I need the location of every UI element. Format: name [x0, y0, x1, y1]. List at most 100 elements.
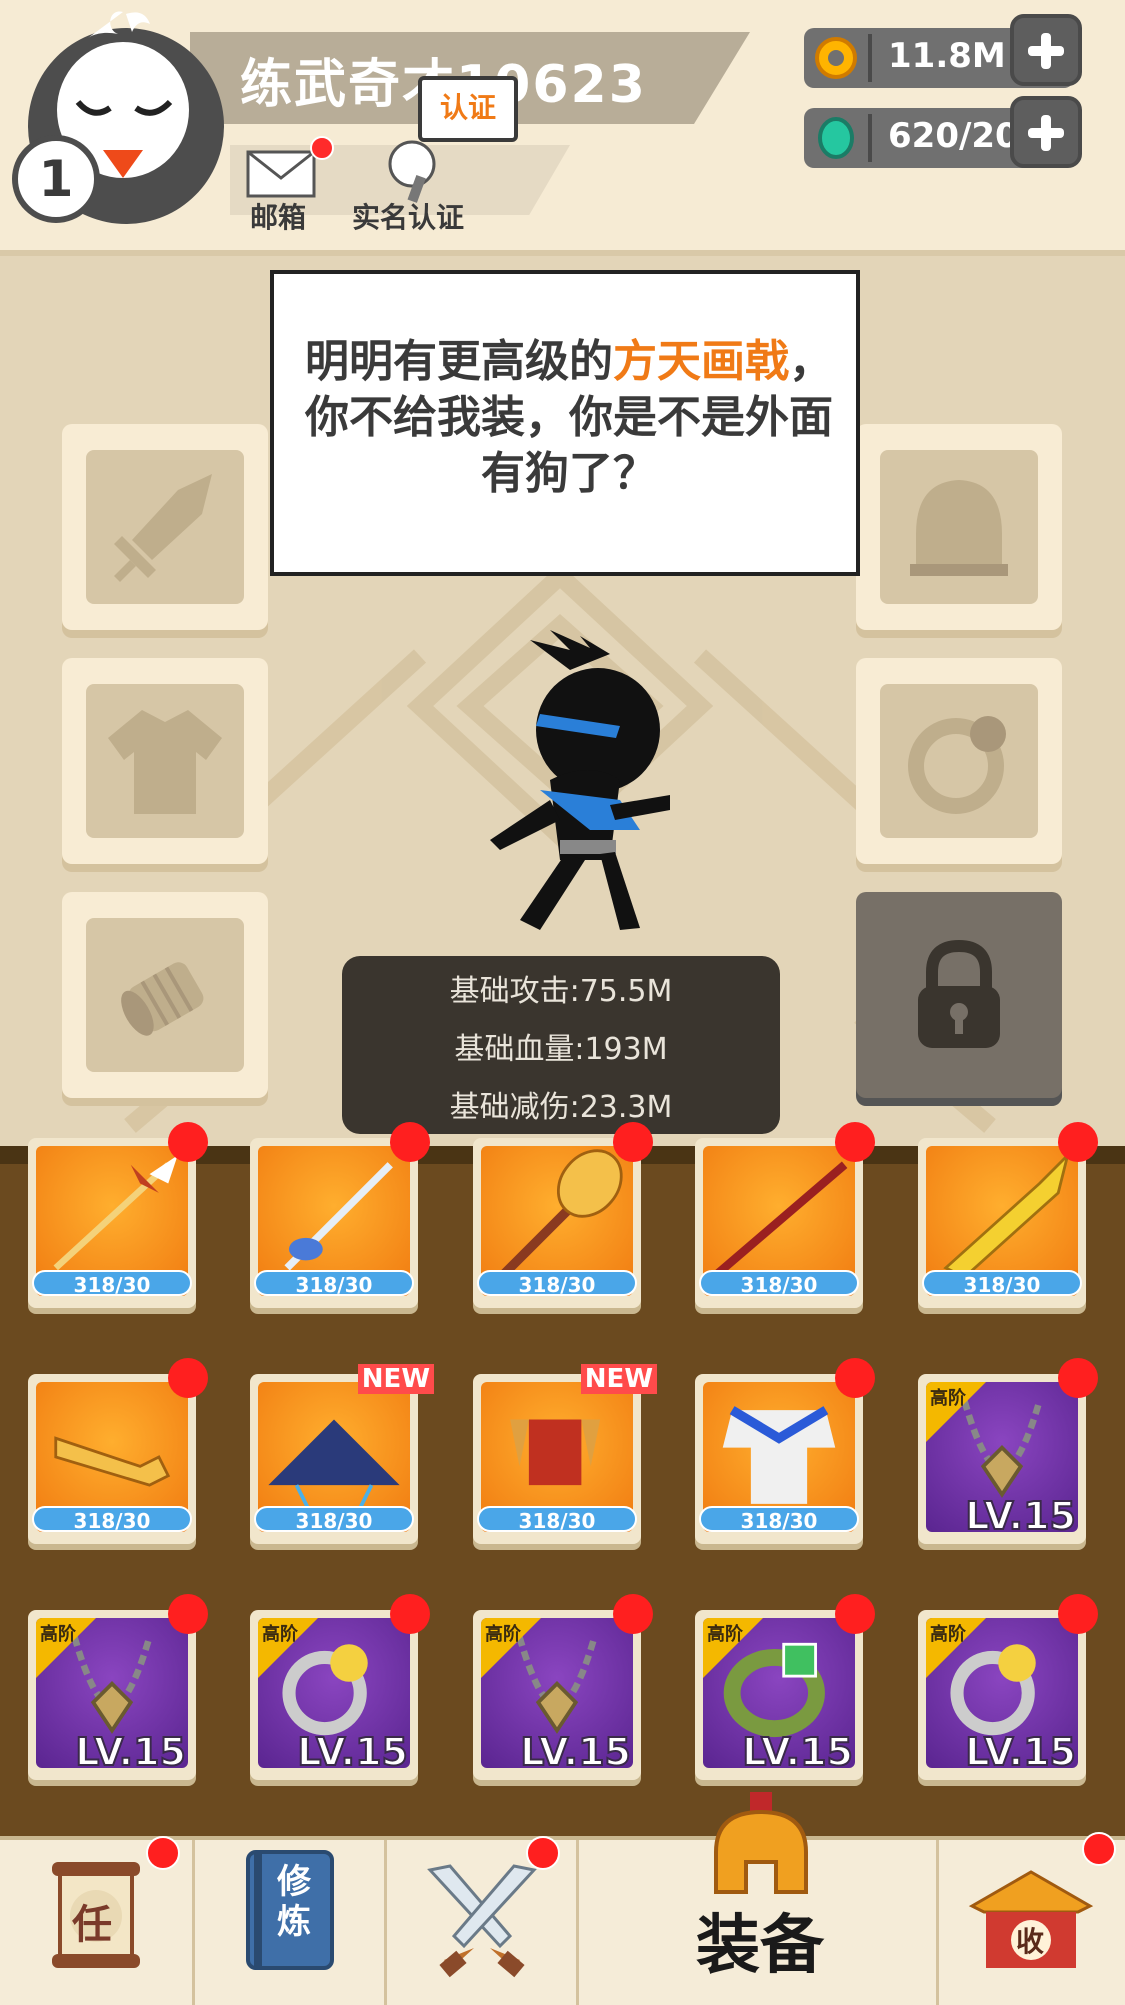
inventory-item-straw-hat[interactable]: 318/30 NEW — [250, 1364, 434, 1544]
top-bar: 练武奇才10623 1 邮箱 认证 实名认证 11.8M 620/20 — [0, 0, 1125, 256]
item-notification-dot — [1058, 1594, 1098, 1634]
helmet-icon — [910, 480, 1008, 576]
inventory-item-white-robe[interactable]: 318/30 — [695, 1358, 875, 1544]
level-badge: 1 — [12, 135, 100, 223]
nav-task-button[interactable]: 任 — [0, 1836, 192, 2005]
gold-coin-icon — [815, 37, 857, 79]
weapon-slot[interactable] — [62, 424, 268, 630]
bottom-nav: 任 修炼 装备 收 — [0, 1792, 1125, 2005]
stat-attack: 基础攻击:75.5M — [449, 974, 673, 1009]
nav-collect-button[interactable]: 收 — [936, 1832, 1125, 2005]
rarity-label: 高阶 — [40, 1624, 76, 1645]
cultivate-char: 修炼 — [277, 1862, 311, 1942]
item-count: 318/30 — [477, 1506, 637, 1533]
robe-icon — [108, 710, 222, 814]
add-gem-button[interactable] — [1010, 96, 1082, 168]
battle-notification-dot — [526, 1836, 560, 1870]
inventory-grid[interactable]: 318/30 318/30 318/30 318/30 318/30 318/30 318/… — [0, 1122, 1125, 1854]
inventory-item-spear-silver[interactable]: 318/30 — [250, 1122, 430, 1308]
inventory-item-staff-red[interactable]: 318/30 — [695, 1122, 875, 1308]
inventory-item-ring[interactable]: 高阶 LV.15 — [918, 1594, 1098, 1780]
speech-bubble: 明明有更高级的方天画戟，你不给我装，你是不是外面有狗了？ — [270, 270, 860, 576]
item-level: LV.15 — [296, 1729, 409, 1775]
equip-label: 装备 — [696, 1909, 824, 1983]
locked-slot[interactable] — [856, 892, 1062, 1098]
inventory-item-necklace[interactable]: 高阶 LV.15 — [473, 1594, 653, 1780]
rarity-label: 高阶 — [707, 1624, 743, 1645]
lock-icon — [918, 939, 1000, 1048]
speech-text: 明明有更高级的方天画戟，你不给我装，你是不是外面有狗了？ — [305, 336, 833, 499]
ring-icon — [908, 716, 1006, 814]
inventory-item-mace[interactable]: 318/30 — [473, 1122, 653, 1308]
stickman-character — [490, 630, 670, 930]
item-notification-dot — [1058, 1122, 1098, 1162]
item-count: 318/30 — [699, 1270, 859, 1297]
item-count: 318/30 — [699, 1506, 859, 1533]
item-notification-dot — [613, 1594, 653, 1634]
new-badge: NEW — [580, 1364, 657, 1394]
nav-battle-button[interactable] — [384, 1836, 576, 2005]
bracer-icon — [121, 962, 204, 1036]
rarity-label: 高阶 — [930, 1388, 966, 1409]
speech-highlight: 方天画戟 — [613, 336, 789, 387]
item-notification-dot — [168, 1122, 208, 1162]
nav-cultivate-button[interactable]: 修炼 — [192, 1840, 384, 2005]
nav-equip-button[interactable]: 装备 — [576, 1792, 936, 2005]
add-gold-button[interactable] — [1010, 14, 1082, 86]
inventory-item-ring[interactable]: 高阶 LV.15 — [250, 1594, 430, 1780]
gem-amount: 620/20 — [888, 116, 1019, 156]
item-count: 318/30 — [32, 1506, 192, 1533]
item-notification-dot — [1058, 1358, 1098, 1398]
item-level: LV.15 — [741, 1729, 854, 1775]
item-level: LV.15 — [74, 1729, 187, 1775]
inventory-item-jade-bracelet[interactable]: 高阶 LV.15 — [695, 1594, 875, 1780]
item-count: 318/30 — [254, 1506, 414, 1533]
mail-label[interactable]: 邮箱 — [250, 196, 306, 236]
collect-notification-dot — [1082, 1832, 1116, 1866]
item-notification-dot — [835, 1594, 875, 1634]
inventory-item-necklace[interactable]: 高阶 LV.15 — [28, 1594, 208, 1780]
armor-slot[interactable] — [62, 658, 268, 864]
task-char: 任 — [72, 1902, 112, 1948]
item-notification-dot — [168, 1594, 208, 1634]
item-notification-dot — [835, 1358, 875, 1398]
inventory-item-red-armor[interactable]: 318/30 NEW — [473, 1364, 657, 1544]
new-badge: NEW — [357, 1364, 434, 1394]
inventory-item-necklace[interactable]: 高阶 LV.15 — [918, 1358, 1098, 1544]
rarity-label: 高阶 — [262, 1624, 298, 1645]
jade-gem-icon — [818, 117, 854, 159]
item-notification-dot — [390, 1594, 430, 1634]
stat-reduction: 基础减伤:23.3M — [449, 1090, 673, 1125]
inventory-item-key[interactable]: 318/30 — [28, 1358, 208, 1544]
verify-bubble[interactable]: 认证 — [418, 76, 518, 142]
task-notification-dot — [146, 1836, 180, 1870]
item-level: LV.15 — [964, 1729, 1077, 1775]
gold-amount: 11.8M — [888, 36, 1006, 76]
item-count: 318/30 — [32, 1270, 192, 1297]
mail-icon[interactable] — [246, 148, 316, 198]
item-level: LV.15 — [519, 1729, 632, 1775]
bracer-slot[interactable] — [62, 892, 268, 1098]
stat-hp: 基础血量:193M — [454, 1032, 668, 1067]
rarity-label: 高阶 — [485, 1624, 521, 1645]
inventory-item-spear-gold[interactable]: 318/30 — [28, 1122, 208, 1308]
item-notification-dot — [835, 1122, 875, 1162]
item-count: 318/30 — [922, 1270, 1082, 1297]
item-count: 318/30 — [477, 1270, 637, 1297]
item-count: 318/30 — [254, 1270, 414, 1297]
helmet-slot[interactable] — [856, 424, 1062, 630]
item-level: LV.15 — [964, 1493, 1077, 1539]
collect-char: 收 — [1016, 1925, 1045, 1958]
crossed-swords-icon — [427, 1864, 537, 1978]
rarity-label: 高阶 — [930, 1624, 966, 1645]
stats-panel: 基础攻击:75.5M 基础血量:193M 基础减伤:23.3M — [342, 956, 780, 1134]
verify-label[interactable]: 实名认证 — [352, 196, 464, 236]
ring-slot[interactable] — [856, 658, 1062, 864]
item-notification-dot — [390, 1122, 430, 1162]
item-notification-dot — [613, 1122, 653, 1162]
item-notification-dot — [168, 1358, 208, 1398]
sword-icon — [114, 474, 212, 582]
inventory-item-broadsword[interactable]: 318/30 — [918, 1122, 1098, 1308]
mail-notification-dot — [310, 136, 334, 160]
spartan-helmet-icon — [714, 1792, 808, 1894]
